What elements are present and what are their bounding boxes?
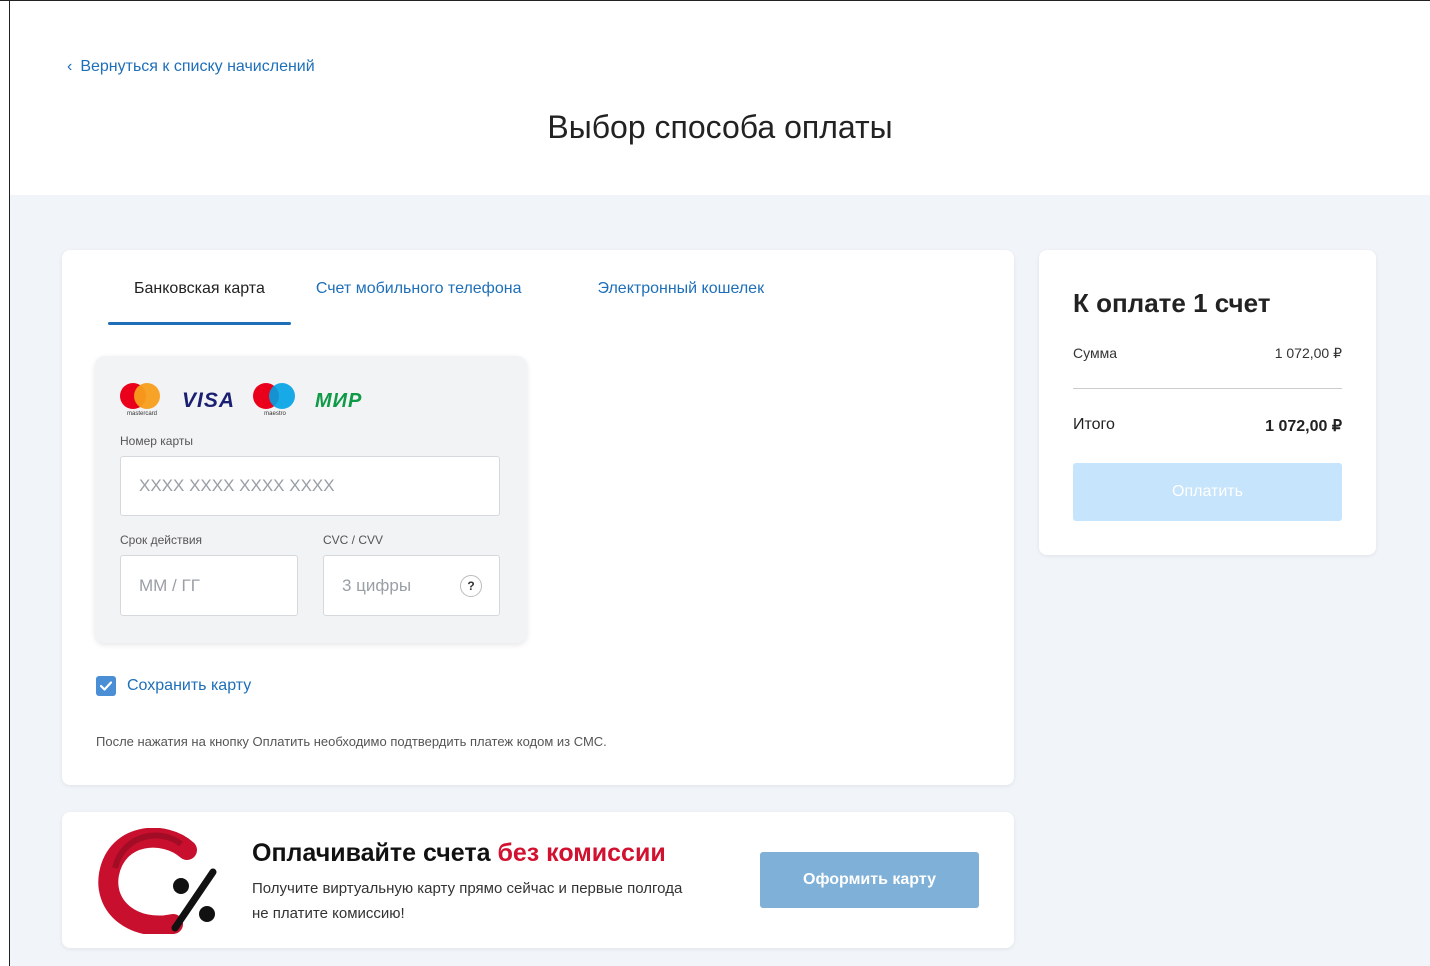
back-link[interactable]: ‹ Вернуться к списку начислений [67,58,315,76]
mastercard-logo-icon: mastercard [120,383,164,419]
page-title: Выбор способа оплаты [547,109,893,145]
save-card-label[interactable]: Сохранить карту [127,677,251,695]
card-number-label: Номер карты [120,434,193,448]
help-icon[interactable]: ? [460,575,482,597]
promo-text: Получите виртуальную карту прямо сейчас … [252,880,683,922]
cvc-label: CVC / CVV [323,533,384,547]
sum-row: Сумма 1 072,00 ₽ [1073,345,1342,362]
expiry-input[interactable]: ММ / ГГ [120,555,298,616]
promo-title: Оплачивайте счета без комиссии [252,839,666,868]
payment-summary-card: К оплате 1 счет Сумма 1 072,00 ₽ Итого 1… [1039,250,1376,555]
promo-title-main: Оплачивайте счета [252,839,498,867]
summary-title: К оплате 1 счет [1073,288,1271,318]
expiry-placeholder: ММ / ГГ [139,575,200,595]
promo-banner: Оплачивайте счета без комиссии Получите … [62,812,1014,948]
cvc-placeholder: 3 цифры [342,575,412,595]
chevron-left-icon: ‹ [67,58,73,75]
mir-logo-icon: МИР [315,389,363,412]
maestro-logo-icon: maestro [253,383,297,419]
card-number-input[interactable]: XXXX XXXX XXXX XXXX [120,456,500,516]
tab-mobile-account[interactable]: Счет мобильного телефона [316,280,522,325]
card-form: mastercard VISA maestro МИР Номер карты … [95,356,527,643]
summary-divider [1073,388,1342,389]
back-link-label: Вернуться к списку начислений [80,58,315,75]
payment-method-card: Банковская карта Счет мобильного телефон… [62,250,1014,785]
card-number-placeholder: XXXX XXXX XXXX XXXX [139,476,335,495]
maestro-caption: maestro [264,411,286,417]
tab-e-wallet[interactable]: Электронный кошелек [597,280,764,325]
checkbox-checked-icon[interactable] [96,676,116,696]
visa-logo-icon: VISA [182,389,236,412]
sum-value: 1 072,00 ₽ [1274,345,1342,361]
total-value: 1 072,00 ₽ [1265,418,1342,435]
total-label: Итого [1073,416,1115,433]
cvc-input[interactable]: 3 цифры ? [323,555,500,616]
get-card-button[interactable]: Оформить карту [760,852,979,908]
no-commission-logo-icon [98,828,217,934]
sum-label: Сумма [1073,345,1117,361]
page-content: Банковская карта Счет мобильного телефон… [10,195,1430,966]
pay-button[interactable]: Оплатить [1073,463,1342,521]
tab-bank-card[interactable]: Банковская карта [108,280,291,325]
promo-title-accent: без комиссии [497,839,666,867]
expiry-label: Срок действия [120,533,203,547]
page-header: ‹ Вернуться к списку начислений Выбор сп… [10,1,1430,195]
sms-confirmation-note: После нажатия на кнопку Оплатить необход… [96,734,607,749]
total-row: Итого 1 072,00 ₽ [1073,416,1342,436]
payment-tabs: Банковская карта Счет мобильного телефон… [108,280,764,325]
card-brands: mastercard VISA maestro МИР [120,381,362,421]
save-card-checkbox[interactable]: Сохранить карту [96,676,251,696]
mastercard-caption: mastercard [126,411,157,417]
